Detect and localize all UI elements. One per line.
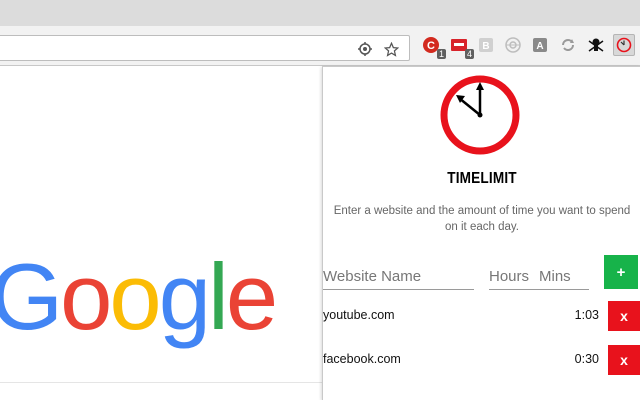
address-bar[interactable] bbox=[0, 35, 410, 61]
tab-strip bbox=[0, 0, 640, 26]
instructions-text: Enter a website and the amount of time y… bbox=[333, 205, 631, 233]
logo-letter: G bbox=[0, 244, 63, 349]
time-limit: 0:30 bbox=[574, 352, 599, 366]
logo-letter: o bbox=[60, 244, 112, 349]
hours-input[interactable] bbox=[489, 264, 539, 290]
bookmark-star-icon[interactable] bbox=[383, 41, 399, 57]
app-title: TIMELIMIT bbox=[447, 170, 517, 187]
extension-1-badge: 1 bbox=[436, 49, 446, 59]
extension-5-icon[interactable]: A bbox=[531, 36, 549, 54]
logo-letter: g bbox=[158, 244, 211, 349]
site-name: youtube.com bbox=[323, 308, 395, 322]
add-site-button[interactable]: + bbox=[604, 255, 638, 289]
logo-letter: e bbox=[225, 244, 278, 349]
extension-2-badge: 4 bbox=[464, 49, 474, 59]
delete-button[interactable]: x bbox=[608, 345, 640, 375]
logo-letter: o bbox=[109, 244, 161, 349]
time-limit: 1:03 bbox=[574, 308, 599, 322]
site-name: facebook.com bbox=[323, 352, 401, 366]
delete-button[interactable]: x bbox=[608, 301, 640, 331]
browser-window: C 1 4 B A Google TIMELIMIT Enter a websi… bbox=[0, 0, 640, 400]
location-icon[interactable] bbox=[357, 41, 373, 57]
svg-text:C: C bbox=[427, 40, 435, 52]
extension-1-icon[interactable]: C 1 bbox=[422, 36, 446, 59]
extension-6-icon[interactable] bbox=[559, 36, 577, 54]
list-item: facebook.com 0:30 x bbox=[323, 345, 640, 375]
browser-toolbar: C 1 4 B A bbox=[0, 26, 640, 66]
google-logo: Google bbox=[0, 250, 278, 344]
website-name-input[interactable] bbox=[323, 264, 474, 290]
svg-text:A: A bbox=[536, 41, 543, 52]
extension-7-icon[interactable] bbox=[587, 36, 605, 54]
clock-logo-icon bbox=[440, 75, 520, 155]
logo-letter: l bbox=[207, 244, 229, 349]
search-box-edge bbox=[0, 382, 322, 383]
svg-text:B: B bbox=[482, 41, 489, 52]
extension-4-icon[interactable] bbox=[504, 36, 522, 54]
timelimit-popup: TIMELIMIT Enter a website and the amount… bbox=[322, 66, 640, 400]
list-item: youtube.com 1:03 x bbox=[323, 301, 640, 331]
extension-3-icon[interactable]: B bbox=[477, 36, 495, 54]
mins-input[interactable] bbox=[539, 264, 589, 290]
timelimit-extension-icon[interactable] bbox=[613, 34, 635, 56]
extension-2-icon[interactable]: 4 bbox=[450, 36, 474, 59]
